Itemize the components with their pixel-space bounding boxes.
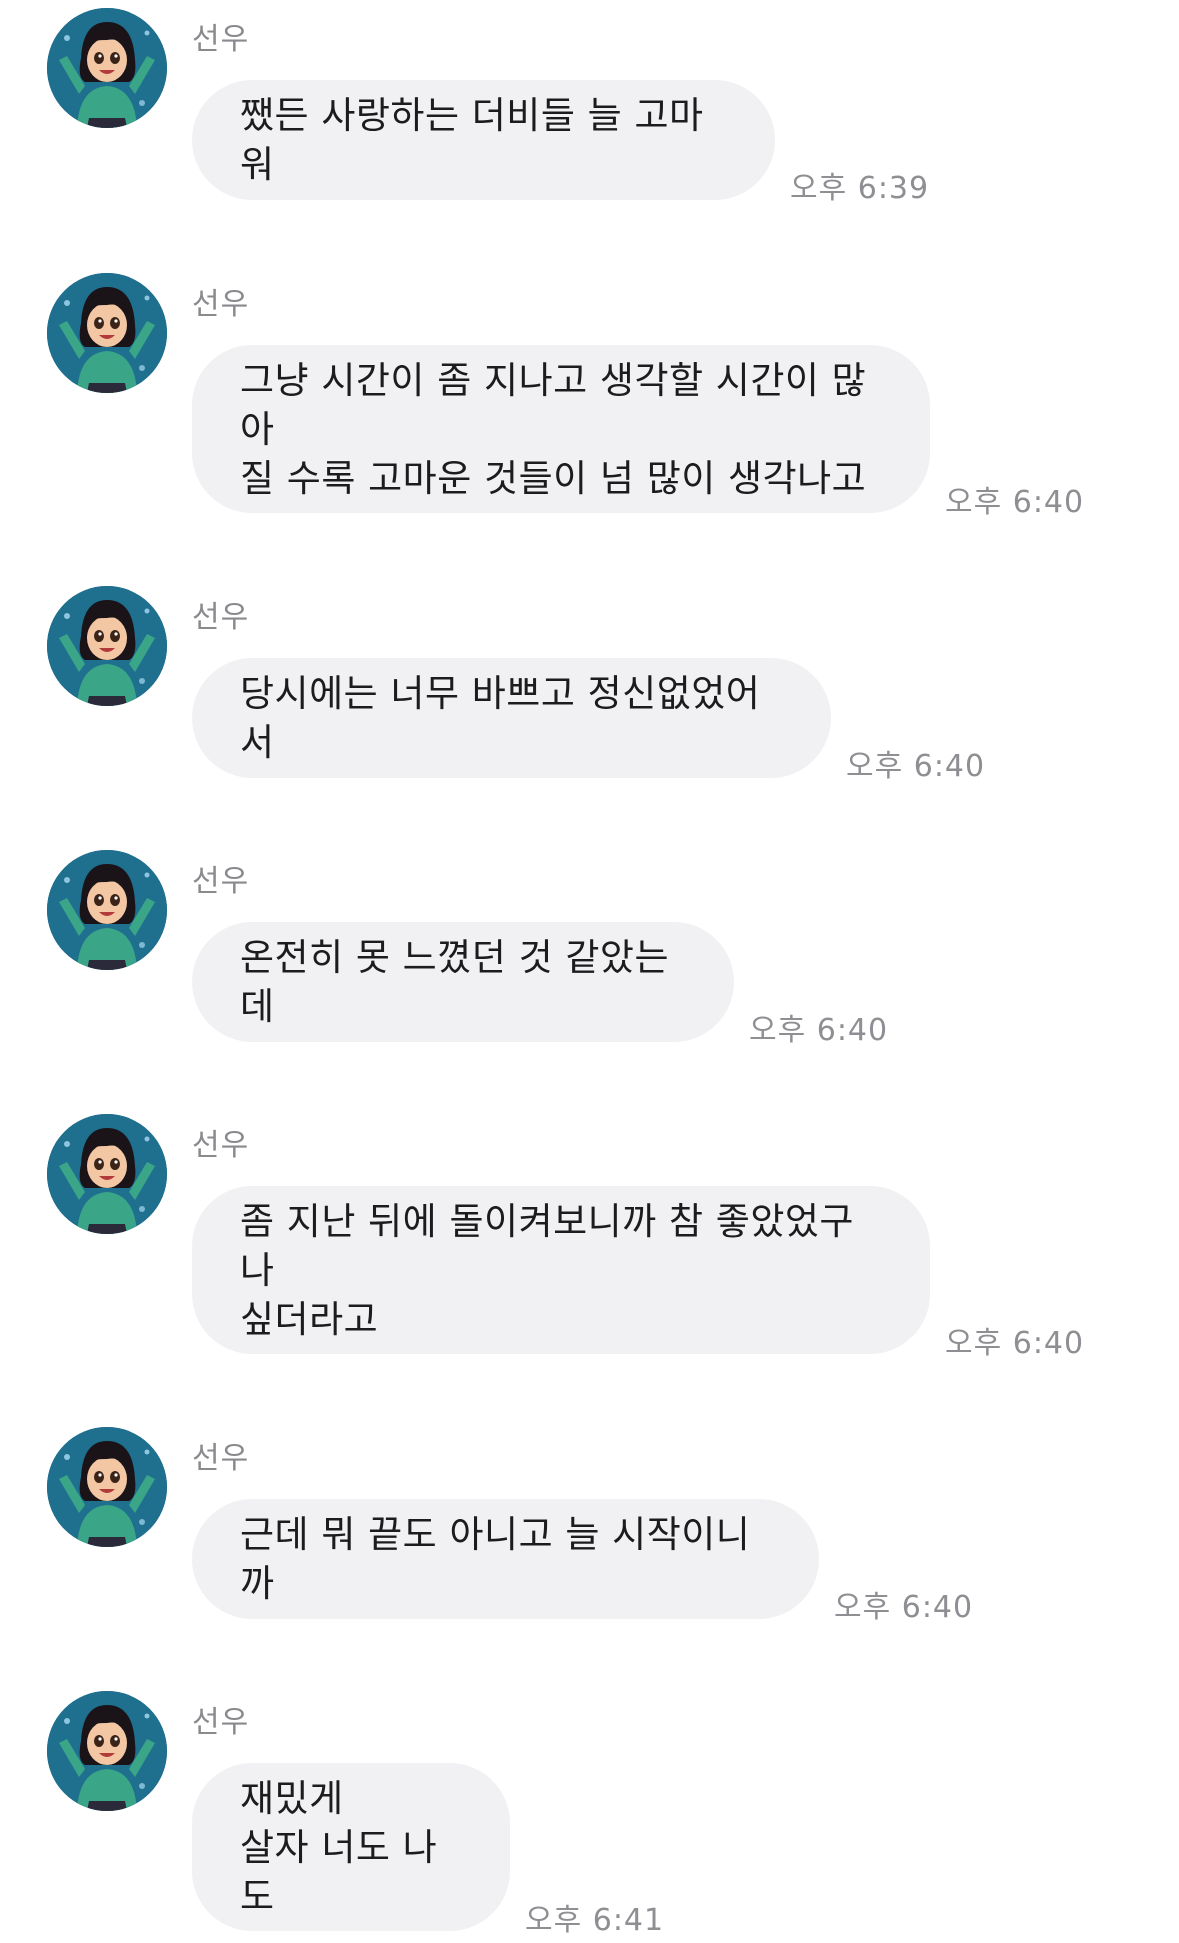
chat-message: 선우 쨌든 사랑하는 더비들 늘 고마워 오후 6:39 [0,0,1179,210]
chat-message: 선우 좀 지난 뒤에 돌이켜보니까 참 좋았었구나 싶더라고 오후 6:40 [0,1106,1179,1366]
message-time: 오후 6:40 [945,485,1085,520]
chat-message: 선우 재밌게 살자 너도 나도 오후 6:41 [0,1683,1179,1943]
sender-name: 선우 [192,1128,250,1163]
girl-character-avatar-icon[interactable] [47,850,167,970]
chat-message-list: 선우 쨌든 사랑하는 더비들 늘 고마워 오후 6:39 선우 그냥 시간이 좀… [0,0,1179,1943]
message-text: 재밌게 살자 너도 나도 [240,1776,438,1918]
message-bubble[interactable]: 좀 지난 뒤에 돌이켜보니까 참 좋았었구나 싶더라고 [192,1186,930,1354]
message-text: 그냥 시간이 좀 지나고 생각할 시간이 많아 질 수록 고마운 것들이 넘 많… [240,358,867,500]
message-time: 오후 6:39 [790,171,930,206]
message-bubble[interactable]: 재밌게 살자 너도 나도 [192,1763,510,1931]
message-time: 오후 6:40 [749,1013,889,1048]
message-bubble[interactable]: 당시에는 너무 바쁘고 정신없었어서 [192,658,831,778]
message-time: 오후 6:40 [945,1326,1085,1361]
message-bubble[interactable]: 온전히 못 느꼈던 것 같았는데 [192,922,734,1042]
sender-name: 선우 [192,600,250,635]
chat-message: 선우 당시에는 너무 바쁘고 정신없었어서 오후 6:40 [0,578,1179,788]
girl-character-avatar-icon[interactable] [47,1427,167,1547]
chat-message: 선우 근데 뭐 끝도 아니고 늘 시작이니까 오후 6:40 [0,1419,1179,1629]
message-text: 좀 지난 뒤에 돌이켜보니까 참 좋았었구나 싶더라고 [240,1199,854,1341]
sender-name: 선우 [192,287,250,322]
message-bubble[interactable]: 그냥 시간이 좀 지나고 생각할 시간이 많아 질 수록 고마운 것들이 넘 많… [192,345,930,513]
chat-message: 선우 그냥 시간이 좀 지나고 생각할 시간이 많아 질 수록 고마운 것들이 … [0,265,1179,525]
sender-name: 선우 [192,1705,250,1740]
girl-character-avatar-icon[interactable] [47,1691,167,1811]
message-time: 오후 6:40 [846,749,986,784]
message-text: 근데 뭐 끝도 아니고 늘 시작이니까 [240,1513,751,1605]
message-text: 쨌든 사랑하는 더비들 늘 고마워 [240,94,704,186]
girl-character-avatar-icon[interactable] [47,586,167,706]
message-text: 온전히 못 느꼈던 것 같았는데 [240,936,669,1028]
girl-character-avatar-icon[interactable] [47,273,167,393]
girl-character-avatar-icon[interactable] [47,8,167,128]
chat-message: 선우 온전히 못 느꼈던 것 같았는데 오후 6:40 [0,842,1179,1052]
girl-character-avatar-icon[interactable] [47,1114,167,1234]
message-time: 오후 6:40 [834,1590,974,1625]
sender-name: 선우 [192,22,250,57]
message-text: 당시에는 너무 바쁘고 정신없었어서 [240,672,761,764]
sender-name: 선우 [192,1441,250,1476]
message-time: 오후 6:41 [525,1903,665,1938]
message-bubble[interactable]: 근데 뭐 끝도 아니고 늘 시작이니까 [192,1499,819,1619]
sender-name: 선우 [192,864,250,899]
message-bubble[interactable]: 쨌든 사랑하는 더비들 늘 고마워 [192,80,775,200]
